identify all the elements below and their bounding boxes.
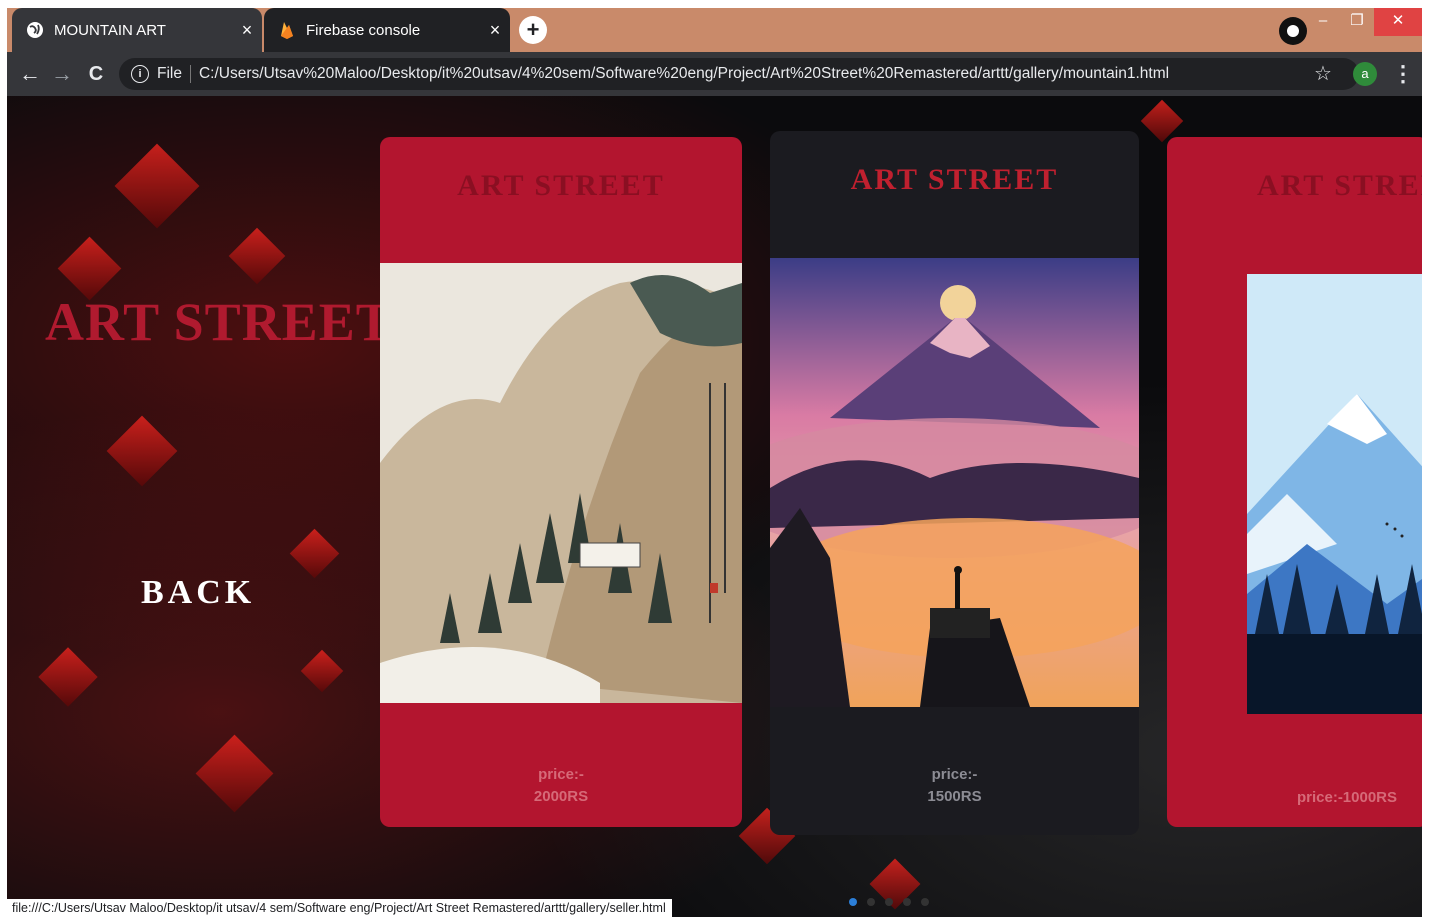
restore-button[interactable]: ❐ xyxy=(1340,8,1374,36)
kebab-menu-icon[interactable]: ⋮ xyxy=(1392,52,1414,96)
back-arrow-icon[interactable]: ← xyxy=(15,52,45,96)
price-label: price:- xyxy=(931,766,978,783)
card-title: ART STREET xyxy=(850,163,1059,196)
carousel-dot[interactable] xyxy=(885,898,893,906)
info-icon[interactable]: i xyxy=(131,65,149,83)
profile-avatar[interactable]: a xyxy=(1353,62,1377,86)
background-shard xyxy=(300,649,344,693)
carousel-dots xyxy=(849,898,929,906)
price-text: price:- 2000RS xyxy=(380,764,742,808)
price-text: price:-1000RS xyxy=(1296,789,1398,806)
background-shard xyxy=(195,734,274,813)
card-title: ART STREE xyxy=(1257,169,1422,202)
ink-landscape-painting xyxy=(380,263,742,703)
volcano-painting xyxy=(770,258,1139,707)
tab-strip: MOUNTAIN ART × Firebase console × + – ❐ … xyxy=(7,8,1422,52)
background-shard xyxy=(38,647,98,707)
carousel-dot[interactable] xyxy=(921,898,929,906)
background-shard xyxy=(114,143,200,229)
reload-icon[interactable]: C xyxy=(81,52,111,96)
new-tab-button[interactable]: + xyxy=(519,16,547,44)
tab-firebase-console[interactable]: Firebase console × xyxy=(264,8,510,52)
carousel-dot[interactable] xyxy=(867,898,875,906)
tab-mountain-art[interactable]: MOUNTAIN ART × xyxy=(12,8,262,52)
snowy-mountain-painting xyxy=(1247,274,1422,714)
address-bar[interactable]: i File C:/Users/Utsav%20Maloo/Desktop/it… xyxy=(119,58,1359,90)
forward-arrow-icon[interactable]: → xyxy=(47,52,77,96)
divider xyxy=(189,65,191,83)
bookmark-star-icon[interactable]: ☆ xyxy=(1314,52,1332,96)
price-value: 2000RS xyxy=(533,788,589,805)
background-shard xyxy=(289,528,340,579)
close-tab-icon[interactable]: × xyxy=(480,20,510,41)
price-text: price:- 1500RS xyxy=(770,764,1139,808)
tab-title: Firebase console xyxy=(306,21,421,39)
price-value: 1500RS xyxy=(927,788,982,805)
scheme-label: File xyxy=(157,65,182,82)
gallery-page: ART STREET BACK ART STREET price:- 2000R… xyxy=(7,96,1422,917)
status-bar-url: file:///C:/Users/Utsav Maloo/Desktop/it … xyxy=(7,899,672,917)
artwork-card[interactable]: ART STREET xyxy=(770,131,1139,835)
close-window-button[interactable]: ✕ xyxy=(1374,8,1422,36)
background-shard xyxy=(1140,99,1184,143)
window-controls: – ❐ ✕ xyxy=(1306,8,1422,38)
firebase-icon xyxy=(278,21,296,39)
background-shard xyxy=(106,415,178,487)
minimize-button[interactable]: – xyxy=(1306,8,1340,36)
back-button[interactable]: BACK xyxy=(141,574,255,612)
browser-window: MOUNTAIN ART × Firebase console × + – ❐ … xyxy=(7,8,1422,917)
globe-icon xyxy=(26,21,44,39)
tab-title: MOUNTAIN ART xyxy=(54,21,166,39)
hero-title: ART STREET xyxy=(45,292,393,352)
background-shard xyxy=(228,227,286,285)
url-text[interactable]: C:/Users/Utsav%20Maloo/Desktop/it%20utsa… xyxy=(199,65,1169,83)
carousel-dot[interactable] xyxy=(903,898,911,906)
browser-toolbar: ← → C i File C:/Users/Utsav%20Maloo/Desk… xyxy=(7,52,1422,96)
price-label: price:- xyxy=(538,766,584,783)
carousel-dot[interactable] xyxy=(849,898,857,906)
close-tab-icon[interactable]: × xyxy=(232,20,262,41)
extension-icon[interactable] xyxy=(1279,17,1307,45)
card-title: ART STREET xyxy=(457,169,665,202)
artwork-card[interactable]: ART STREE price:-1000RS xyxy=(1167,137,1422,827)
artwork-card[interactable]: ART STREET xyxy=(380,137,742,827)
